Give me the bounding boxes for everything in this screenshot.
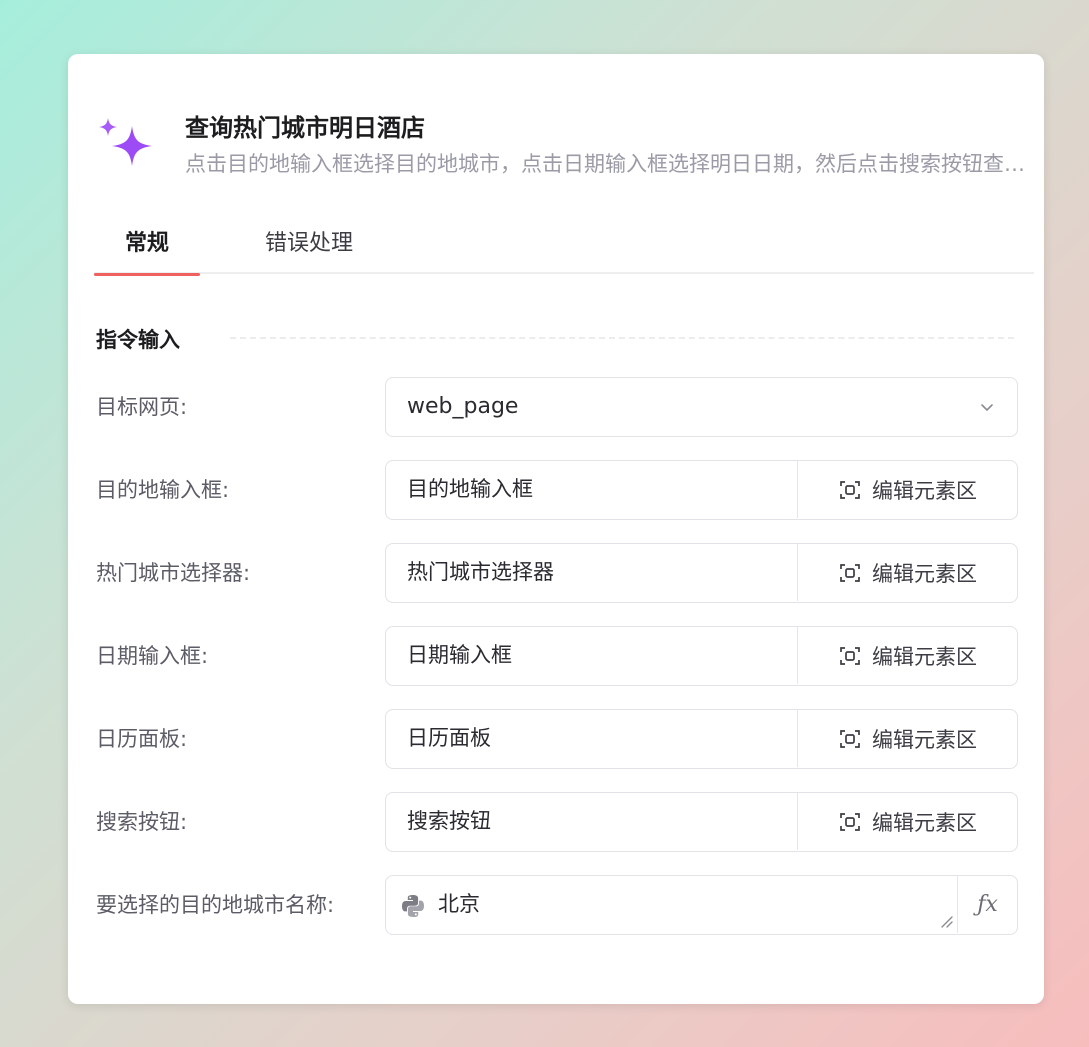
field-label: 目标网页:	[96, 395, 188, 419]
tab-bar: 常规 错误处理	[94, 220, 1034, 276]
field-value: 日期输入框	[407, 643, 512, 667]
destination-input-field[interactable]: 目的地输入框 编辑元素区	[385, 460, 1018, 520]
field-label: 日历面板:	[96, 727, 188, 751]
field-value: 日历面板	[407, 726, 491, 750]
resize-handle-icon[interactable]	[939, 914, 953, 928]
section-title: 指令输入	[96, 328, 180, 352]
field-label: 日期输入框:	[96, 644, 209, 668]
field-value: 北京	[438, 892, 480, 916]
field-value: 搜索按钮	[407, 809, 491, 833]
scan-icon	[840, 480, 860, 499]
edit-element-button[interactable]: 编辑元素区	[797, 544, 1017, 601]
edit-element-label: 编辑元素区	[872, 561, 977, 586]
tab-general[interactable]: 常规	[94, 220, 200, 276]
edit-element-label: 编辑元素区	[872, 478, 977, 503]
field-row-calendar-panel: 日历面板: 日历面板 编辑元素区	[68, 709, 1044, 769]
field-label: 搜索按钮:	[96, 810, 188, 834]
edit-element-label: 编辑元素区	[872, 644, 977, 669]
settings-panel: 查询热门城市明日酒店 点击目的地输入框选择目的地城市，点击日期输入框选择明日日期…	[68, 54, 1044, 1004]
field-value: 热门城市选择器	[407, 560, 554, 584]
tab-error-handling[interactable]: 错误处理	[254, 220, 364, 274]
field-row-destination-city-name: 要选择的目的地城市名称: 北京 ƒx	[68, 875, 1044, 935]
calendar-panel-field[interactable]: 日历面板 编辑元素区	[385, 709, 1018, 769]
field-row-target-page: 目标网页: web_page	[68, 377, 1044, 437]
chevron-down-icon	[981, 404, 993, 411]
field-label: 目的地输入框:	[96, 478, 230, 502]
scan-icon	[840, 646, 860, 665]
scan-icon	[840, 729, 860, 748]
destination-city-expression-field[interactable]: 北京 ƒx	[385, 875, 1018, 935]
scan-icon	[840, 812, 860, 831]
panel-title: 查询热门城市明日酒店	[185, 114, 425, 142]
field-label: 热门城市选择器:	[96, 561, 251, 585]
sparkle-icon	[99, 118, 152, 166]
hot-city-selector-field[interactable]: 热门城市选择器 编辑元素区	[385, 543, 1018, 603]
panel-header: 查询热门城市明日酒店 点击目的地输入框选择目的地城市，点击日期输入框选择明日日期…	[96, 104, 1025, 184]
field-row-search-button: 搜索按钮: 搜索按钮 编辑元素区	[68, 792, 1044, 852]
field-row-date-input: 日期输入框: 日期输入框 编辑元素区	[68, 626, 1044, 686]
field-label: 要选择的目的地城市名称:	[96, 893, 335, 917]
field-value: 目的地输入框	[407, 477, 533, 501]
scan-icon	[840, 563, 860, 582]
edit-element-button[interactable]: 编辑元素区	[797, 793, 1017, 850]
edit-element-button[interactable]: 编辑元素区	[797, 627, 1017, 684]
edit-element-button[interactable]: 编辑元素区	[797, 461, 1017, 518]
edit-element-label: 编辑元素区	[872, 727, 977, 752]
panel-description: 点击目的地输入框选择目的地城市，点击日期输入框选择明日日期，然后点击搜索按钮查询…	[185, 152, 1025, 176]
edit-element-button[interactable]: 编辑元素区	[797, 710, 1017, 767]
date-input-field[interactable]: 日期输入框 编辑元素区	[385, 626, 1018, 686]
field-row-hot-city-selector: 热门城市选择器: 热门城市选择器 编辑元素区	[68, 543, 1044, 603]
target-page-select[interactable]: web_page	[385, 377, 1018, 437]
fx-icon[interactable]: ƒx	[957, 876, 1017, 933]
python-icon	[402, 895, 424, 917]
edit-element-label: 编辑元素区	[872, 810, 977, 835]
select-value: web_page	[407, 394, 519, 419]
search-button-field[interactable]: 搜索按钮 编辑元素区	[385, 792, 1018, 852]
field-row-destination-input: 目的地输入框: 目的地输入框 编辑元素区	[68, 460, 1044, 520]
section-divider	[230, 337, 1014, 339]
